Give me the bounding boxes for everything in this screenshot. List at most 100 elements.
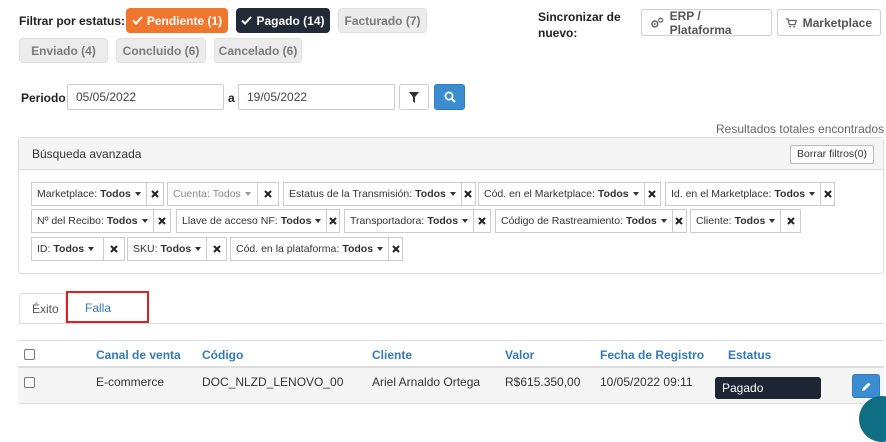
- close-icon: [648, 190, 657, 198]
- filter-chip[interactable]: Id. en el Marketplace: Todos: [665, 182, 835, 206]
- status-facturado-label: Facturado (7): [344, 13, 421, 28]
- caret-down-icon: [449, 192, 456, 196]
- remove-filter-button[interactable]: [389, 238, 402, 260]
- col-valor[interactable]: Valor: [505, 348, 534, 362]
- status-pendiente-label: Pendiente (1): [146, 13, 223, 28]
- col-fecha-de-registro[interactable]: Fecha de Registro: [600, 348, 704, 362]
- filter-chip[interactable]: Nº del Recibo: Todos: [31, 209, 171, 233]
- sync-marketplace-label: Marketplace: [802, 15, 872, 30]
- status-facturado-button[interactable]: Facturado (7): [338, 8, 427, 33]
- remove-filter-button[interactable]: [673, 210, 686, 232]
- filter-chip-dropdown[interactable]: ID: Todos: [32, 238, 104, 260]
- status-concluido-button[interactable]: Concluido (6): [116, 38, 206, 63]
- status-enviado-button[interactable]: Enviado (4): [19, 38, 108, 63]
- col-estatus[interactable]: Estatus: [728, 348, 771, 362]
- status-pagado-button[interactable]: Pagado (14): [236, 8, 330, 33]
- tab-exito-label: Éxito: [32, 302, 59, 316]
- close-icon: [264, 190, 272, 198]
- close-icon: [391, 245, 400, 253]
- cart-icon: [786, 17, 797, 28]
- sync-label: Sincronizar de nuevo:: [538, 9, 621, 41]
- caret-down-icon: [809, 192, 816, 196]
- close-icon: [158, 217, 166, 225]
- filter-chip-name: ID:: [37, 243, 51, 255]
- remove-filter-button[interactable]: [474, 210, 490, 232]
- status-enviado-label: Enviado (4): [31, 43, 96, 58]
- sync-label-line2: nuevo:: [538, 26, 578, 40]
- row-checkbox[interactable]: [24, 377, 35, 388]
- row-value: R$615.350,00: [505, 375, 581, 389]
- remove-filter-button[interactable]: [781, 210, 800, 232]
- filter-chip[interactable]: Cliente: Todos: [690, 209, 801, 233]
- remove-filter-button[interactable]: [821, 183, 834, 205]
- filter-chip-name: Código de Rastreamiento:: [501, 215, 623, 227]
- filter-chip[interactable]: Estatus de la Transmisión: Todos: [283, 182, 476, 206]
- filter-chip-dropdown[interactable]: SKU: Todos: [128, 238, 208, 260]
- filter-chip-value: Todos: [342, 243, 374, 255]
- filter-chip[interactable]: Cód. en la plataforma: Todos: [230, 237, 403, 261]
- tab-exito[interactable]: Éxito: [19, 293, 66, 323]
- close-icon: [464, 190, 473, 198]
- filter-chip-dropdown[interactable]: Transportadora: Todos: [345, 210, 475, 232]
- filter-chip-name: Estatus de la Transmisión:: [289, 188, 413, 200]
- row-channel: E-commerce: [96, 375, 165, 389]
- caret-down-icon: [462, 219, 469, 223]
- remove-filter-button[interactable]: [258, 183, 278, 205]
- filter-chip-dropdown[interactable]: Código de Rastreamiento: Todos: [496, 210, 673, 232]
- filter-chip-dropdown[interactable]: Nº del Recibo: Todos: [32, 210, 154, 232]
- remove-filter-button[interactable]: [462, 183, 475, 205]
- tab-falla[interactable]: Falla: [66, 291, 149, 323]
- tab-falla-label: Falla: [85, 301, 112, 315]
- filter-chip[interactable]: ID: Todos: [31, 237, 125, 261]
- filter-chip-name: Cliente:: [696, 215, 732, 227]
- period-from-input[interactable]: 05/05/2022: [67, 84, 224, 110]
- clear-filters-button[interactable]: Borrar filtros(0): [790, 145, 875, 164]
- filter-chip[interactable]: Llave de acceso NF: Todos: [176, 209, 340, 233]
- sync-marketplace-button[interactable]: Marketplace: [777, 9, 881, 36]
- filter-chip[interactable]: SKU: Todos: [127, 237, 227, 261]
- col-codigo[interactable]: Código: [202, 348, 243, 362]
- filter-chip-name: Llave de acceso NF:: [182, 215, 278, 227]
- remove-filter-button[interactable]: [645, 183, 660, 205]
- close-icon: [212, 245, 221, 253]
- filter-chip-value: Todos: [212, 188, 241, 200]
- status-pendiente-button[interactable]: Pendiente (1): [126, 8, 228, 33]
- period-to-input[interactable]: 19/05/2022: [238, 84, 395, 110]
- filter-button[interactable]: [399, 84, 429, 110]
- caret-down-icon: [244, 192, 251, 196]
- filter-chip-dropdown[interactable]: Estatus de la Transmisión: Todos: [284, 183, 462, 205]
- filter-chip-value: Todos: [106, 215, 138, 227]
- edit-button[interactable]: [852, 374, 880, 398]
- filter-chip[interactable]: Transportadora: Todos: [344, 209, 491, 233]
- status-concluido-label: Concluido (6): [122, 43, 200, 58]
- row-date: 10/05/2022 09:11: [600, 375, 693, 389]
- search-icon: [444, 91, 456, 103]
- search-button[interactable]: [434, 84, 465, 110]
- sync-erp-label: ERP / Plataforma: [669, 8, 732, 37]
- filter-chip-dropdown[interactable]: Cliente: Todos: [691, 210, 782, 232]
- filter-chip-dropdown[interactable]: Marketplace: Todos: [32, 183, 147, 205]
- filter-chip[interactable]: Cuenta: Todos: [167, 182, 279, 206]
- close-icon: [478, 217, 486, 225]
- filter-chip-name: Id. en el Marketplace:: [671, 188, 772, 200]
- remove-filter-button[interactable]: [327, 210, 339, 232]
- filter-chip[interactable]: Cód. en el Marketplace: Todos: [478, 182, 661, 206]
- close-icon: [151, 190, 159, 198]
- remove-filter-button[interactable]: [147, 183, 163, 205]
- filter-chip-dropdown[interactable]: Llave de acceso NF: Todos: [177, 210, 328, 232]
- filter-chip[interactable]: Marketplace: Todos: [31, 182, 164, 206]
- remove-filter-button[interactable]: [154, 210, 170, 232]
- col-cliente[interactable]: Cliente: [372, 348, 412, 362]
- remove-filter-button[interactable]: [207, 238, 226, 260]
- filter-chip-dropdown[interactable]: Cód. en el Marketplace: Todos: [479, 183, 645, 205]
- remove-filter-button[interactable]: [104, 238, 124, 260]
- status-cancelado-button[interactable]: Cancelado (6): [214, 38, 302, 63]
- select-all-checkbox[interactable]: [24, 349, 35, 360]
- sync-erp-button[interactable]: ERP / Plataforma: [641, 8, 772, 37]
- filter-chip-dropdown[interactable]: Id. en el Marketplace: Todos: [666, 183, 822, 205]
- col-canal-de-venta[interactable]: Canal de venta: [96, 348, 181, 362]
- filter-chip[interactable]: Código de Rastreamiento: Todos: [495, 209, 687, 233]
- filter-chip-dropdown[interactable]: Cód. en la plataforma: Todos: [231, 238, 390, 260]
- filter-chip-dropdown[interactable]: Cuenta: Todos: [168, 183, 258, 205]
- filter-chip-value: Todos: [774, 188, 806, 200]
